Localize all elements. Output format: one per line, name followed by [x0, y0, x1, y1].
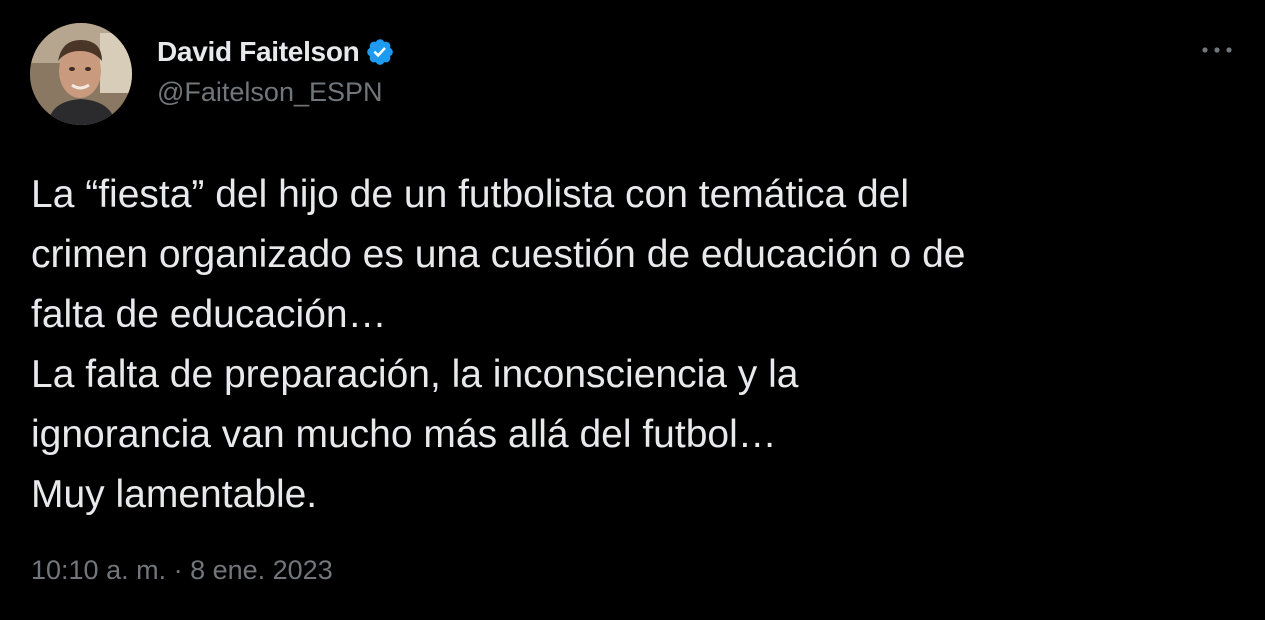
author-handle[interactable]: @Faitelson_ESPN: [157, 77, 395, 108]
tweet-text-line: ignorancia van mucho más allá del futbol…: [31, 413, 777, 456]
tweet-text-line: La “fiesta” del hijo de un futbolista co…: [31, 173, 910, 216]
tweet-text-line: falta de educación…: [31, 293, 387, 336]
more-options-icon: [1202, 47, 1232, 53]
tweet-text: La “fiesta” del hijo de un futbolista co…: [31, 165, 1241, 525]
author-avatar[interactable]: [30, 23, 132, 125]
author-display-name[interactable]: David Faitelson: [157, 36, 360, 68]
tweet-text-line: La falta de preparación, la inconscienci…: [31, 353, 799, 396]
author-name-row: David Faitelson: [157, 33, 395, 71]
tweet-text-line: crimen organizado es una cuestión de edu…: [31, 233, 966, 276]
more-options-button[interactable]: [1197, 38, 1237, 62]
verified-badge-icon: [365, 37, 395, 67]
avatar-photo-icon: [30, 23, 132, 125]
tweet-card: David Faitelson @Faitelson_ESPN La “fies…: [0, 0, 1265, 620]
author-info: David Faitelson @Faitelson_ESPN: [157, 33, 395, 108]
tweet-timestamp[interactable]: 10:10 a. m. · 8 ene. 2023: [31, 555, 333, 586]
tweet-text-line: Muy lamentable.: [31, 473, 318, 516]
